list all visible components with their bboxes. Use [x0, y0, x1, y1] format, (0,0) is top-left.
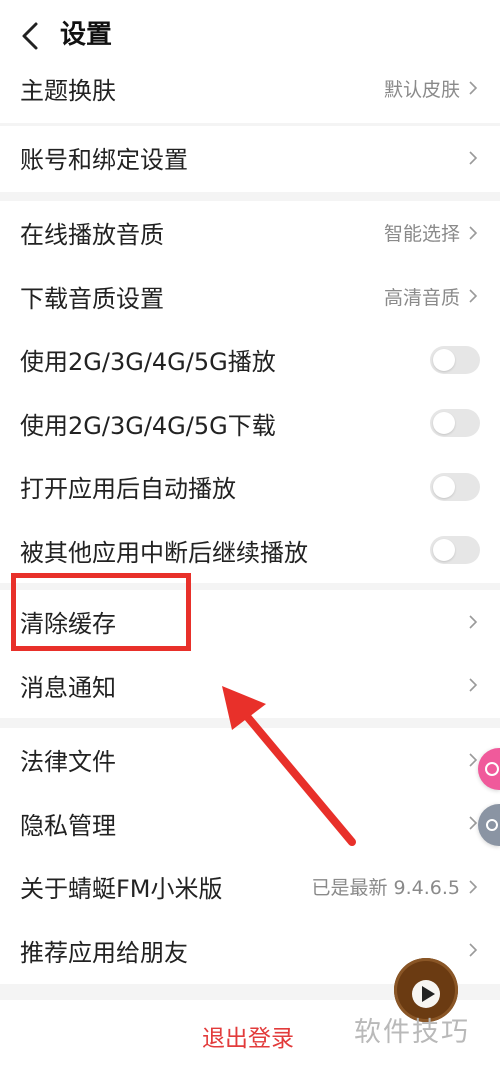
account-row[interactable]: 账号和绑定设置: [0, 126, 500, 190]
chevron-right-icon: [469, 151, 478, 165]
toggle-knob: [433, 539, 455, 562]
version-label: 关于蜻蜓FM小米版: [20, 875, 223, 904]
top-bar: 设置: [0, 0, 500, 68]
playback-section: 在线播放音质 智能选择 下载音质设置 高清音质 使用2G/3G/4G/5G播放 …: [0, 201, 500, 583]
mobile-play-label: 使用2G/3G/4G/5G播放: [20, 348, 276, 377]
plus-circle-icon: [485, 762, 499, 776]
chevron-right-icon: [469, 615, 478, 629]
account-section: 账号和绑定设置: [0, 126, 500, 192]
toggle-knob: [433, 348, 455, 371]
theme-section: 主题换肤 默认皮肤: [0, 68, 500, 123]
mobile-download-row: 使用2G/3G/4G/5G下载: [0, 392, 500, 456]
online-quality-row[interactable]: 在线播放音质 智能选择: [0, 201, 500, 265]
version-row[interactable]: 关于蜻蜓FM小米版 已是最新 9.4.6.5: [0, 855, 500, 919]
theme-row[interactable]: 主题换肤 默认皮肤: [0, 68, 500, 108]
account-label: 账号和绑定设置: [20, 146, 188, 175]
resume-label: 被其他应用中断后继续播放: [20, 538, 308, 567]
logout-button[interactable]: 退出登录: [202, 1019, 294, 1053]
online-quality-label: 在线播放音质: [20, 221, 164, 250]
autoplay-label: 打开应用后自动播放: [20, 475, 236, 504]
autoplay-toggle[interactable]: [430, 472, 480, 501]
theme-label: 主题换肤: [20, 76, 116, 105]
float-search-button[interactable]: [478, 804, 500, 846]
mobile-play-toggle[interactable]: [430, 345, 480, 374]
resume-toggle[interactable]: [430, 536, 480, 565]
chevron-right-icon: [469, 816, 478, 830]
version-value: 已是最新 9.4.6.5: [311, 877, 460, 900]
watermark: 软件技巧: [354, 1017, 470, 1048]
mobile-download-toggle[interactable]: [430, 409, 480, 438]
highlight-box: [11, 573, 191, 651]
mobile-play-row: 使用2G/3G/4G/5G播放: [0, 328, 500, 392]
float-share-button[interactable]: [478, 748, 500, 790]
chevron-right-icon: [469, 289, 478, 303]
chevron-left-icon[interactable]: [18, 20, 44, 52]
download-quality-row[interactable]: 下载音质设置 高清音质: [0, 265, 500, 329]
download-quality-label: 下载音质设置: [20, 284, 164, 313]
chevron-right-icon: [469, 753, 478, 767]
online-quality-value: 智能选择: [383, 223, 460, 246]
chevron-right-icon: [469, 678, 478, 692]
chevron-right-icon: [469, 943, 478, 957]
mobile-download-label: 使用2G/3G/4G/5G下载: [20, 411, 276, 440]
page-title: 设置: [60, 20, 113, 50]
chevron-right-icon: [469, 226, 478, 240]
chevron-right-icon: [469, 81, 478, 95]
autoplay-row: 打开应用后自动播放: [0, 455, 500, 519]
toggle-knob: [433, 412, 455, 435]
search-icon: [486, 819, 498, 831]
download-quality-value: 高清音质: [383, 286, 460, 309]
chevron-right-icon: [469, 880, 478, 894]
annotation-arrow-icon: [222, 686, 356, 846]
toggle-knob: [433, 475, 455, 498]
theme-value: 默认皮肤: [383, 78, 460, 101]
